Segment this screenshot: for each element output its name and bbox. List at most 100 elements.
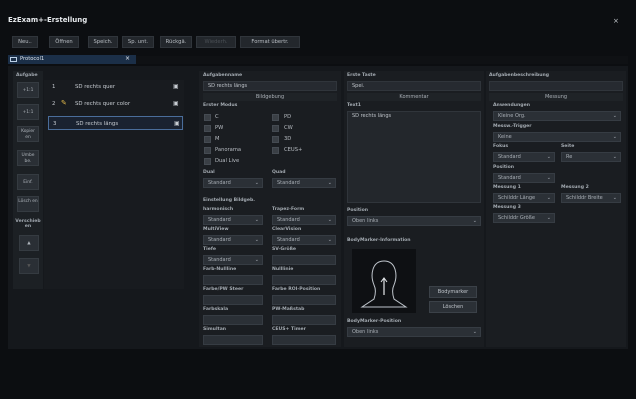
mode-label: 3D	[284, 136, 292, 142]
undo-button[interactable]: Rückgä.	[160, 36, 192, 48]
bodymarker-position-select[interactable]: Oben links ⌄	[347, 327, 481, 337]
mode-label: PD	[284, 114, 292, 120]
pw-scale-select[interactable]	[272, 315, 336, 325]
color-pw-steer-select[interactable]	[203, 295, 263, 305]
chevron-down-icon: ⌄	[254, 257, 259, 263]
sv-size-label: SV-Größe	[272, 247, 297, 252]
document-icon	[10, 57, 17, 62]
chevron-down-icon: ⌄	[327, 237, 332, 243]
delete-bodymarker-button[interactable]: Löschen	[429, 301, 477, 313]
sv-size-select[interactable]	[272, 255, 336, 265]
tab-protocol1[interactable]: Protocol1	[8, 55, 136, 64]
move-down-button[interactable]: ▼	[19, 258, 39, 274]
side-select[interactable]: Re ⌄	[561, 152, 621, 162]
task-name-input[interactable]: SD rechts längs	[203, 81, 337, 91]
mode-checkbox[interactable]	[204, 136, 211, 143]
mode-checkbox[interactable]	[204, 147, 211, 154]
mode-checkbox[interactable]	[272, 114, 279, 121]
quad-select[interactable]: Standard ⌄	[272, 178, 336, 188]
task-list	[44, 80, 184, 289]
chevron-down-icon: ⌄	[546, 154, 551, 160]
measurement3-label: Messung 3	[493, 205, 521, 210]
ceus-timer-label: CEUS+ Timer	[272, 327, 306, 332]
harmonic-select[interactable]: Standard ⌄	[203, 215, 263, 225]
task-number: 1	[52, 84, 56, 90]
trapezoid-label: Trapez-Form	[272, 207, 305, 212]
applications-select[interactable]: Kleine Org. ⌄	[493, 111, 621, 121]
color-roi-select[interactable]	[272, 295, 336, 305]
baseline-select[interactable]	[272, 275, 336, 285]
chevron-down-icon: ⌄	[546, 195, 551, 201]
bodymarker-button[interactable]: Bodymarker	[429, 286, 477, 298]
redo-button[interactable]: Wiederh.	[196, 36, 236, 48]
bodymarker-info-label: BodyMarker-Information	[347, 238, 411, 243]
settings-label: Einstellung Bildgeb.	[203, 198, 255, 203]
color-baseline-select[interactable]	[203, 275, 263, 285]
mode-label: CW	[284, 125, 293, 131]
applications-label: Anwendungen	[493, 103, 530, 108]
rename-button[interactable]: Umbe be.	[17, 150, 39, 166]
close-icon[interactable]: ×	[613, 17, 619, 25]
text1-textarea[interactable]: SD rechts längs	[347, 111, 481, 203]
imaging-header: Bildgebung	[203, 93, 337, 101]
mode-checkbox[interactable]	[204, 114, 211, 121]
ceus-timer-select[interactable]	[272, 335, 336, 345]
description-input[interactable]	[489, 81, 623, 91]
add-task-button-2[interactable]: +1:1	[17, 104, 39, 120]
format-paint-button[interactable]: Format übertr.	[240, 36, 300, 48]
new-button[interactable]: Neu..	[12, 36, 38, 48]
mode-checkbox[interactable]	[272, 136, 279, 143]
copy-button[interactable]: Kopier en	[17, 126, 39, 142]
mode-label: M	[215, 136, 220, 142]
move-up-button[interactable]: ▲	[19, 235, 39, 251]
mode-label: Dual Live	[215, 158, 240, 164]
first-key-input[interactable]: Spei.	[347, 81, 481, 91]
chevron-down-icon: ⌄	[472, 329, 477, 335]
measurement2-select[interactable]: Schilddr Breite ⌄	[561, 193, 621, 203]
color-scale-select[interactable]	[203, 315, 263, 325]
depth-select[interactable]: Standard ⌄	[203, 255, 263, 265]
dual-select[interactable]: Standard ⌄	[203, 178, 263, 188]
chevron-down-icon: ⌄	[472, 218, 477, 224]
multiview-select[interactable]: Standard ⌄	[203, 235, 263, 245]
measurement1-select[interactable]: Schilddr Länge ⌄	[493, 193, 555, 203]
add-task-button[interactable]: +1:1	[17, 82, 39, 98]
focus-label: Fokus	[493, 144, 509, 149]
neck-bodymarker-icon	[360, 260, 408, 308]
task-label: SD rechts quer color	[75, 101, 131, 107]
color-pw-steer-label: Farbe/PW Steer	[203, 287, 244, 292]
trigger-select[interactable]: Keine ⌄	[493, 132, 621, 142]
chevron-down-icon: ⌄	[546, 215, 551, 221]
trigger-label: Messw.-Trigger	[493, 124, 532, 129]
position-select[interactable]: Oben links ⌄	[347, 216, 481, 226]
simultaneous-select[interactable]	[203, 335, 263, 345]
mode-checkbox[interactable]	[272, 147, 279, 154]
color-roi-label: Farbe ROI-Position	[272, 287, 321, 292]
open-button[interactable]: Öffnen	[49, 36, 79, 48]
depth-label: Tiefe	[203, 247, 216, 252]
task-row[interactable]: 1 SD rechts quer ▣	[48, 80, 183, 94]
task-number: 3	[53, 121, 57, 127]
mode-checkbox[interactable]	[204, 125, 211, 132]
delete-button[interactable]: Lösch en	[17, 196, 39, 212]
insert-button[interactable]: Einf.	[17, 174, 39, 190]
trapezoid-select[interactable]: Standard ⌄	[272, 215, 336, 225]
position-select[interactable]: Standard ⌄	[493, 173, 555, 183]
mode-checkbox[interactable]	[272, 125, 279, 132]
mode-label: Panorama	[215, 147, 242, 153]
pencil-icon: ✎	[61, 99, 67, 107]
task-row-selected[interactable]: 3 SD rechts längs ▣	[48, 116, 183, 130]
task-name-label: Aufgabenname	[203, 73, 243, 78]
position-label: Position	[493, 165, 515, 170]
color-scale-label: Farbskala	[203, 307, 229, 312]
measurement3-select[interactable]: Schilddr Größe ⌄	[493, 213, 555, 223]
chevron-down-icon: ⌄	[254, 180, 259, 186]
focus-select[interactable]: Standard ⌄	[493, 152, 555, 162]
tab-close-icon[interactable]: ×	[125, 55, 130, 62]
mode-checkbox[interactable]	[204, 158, 211, 165]
save-as-button[interactable]: Sp. unt.	[122, 36, 154, 48]
clearvision-select[interactable]: Standard ⌄	[272, 235, 336, 245]
save-button[interactable]: Speich.	[88, 36, 118, 48]
task-row[interactable]: 2 ✎ SD rechts quer color ▣	[48, 97, 183, 111]
clearvision-label: ClearVision	[272, 227, 302, 232]
